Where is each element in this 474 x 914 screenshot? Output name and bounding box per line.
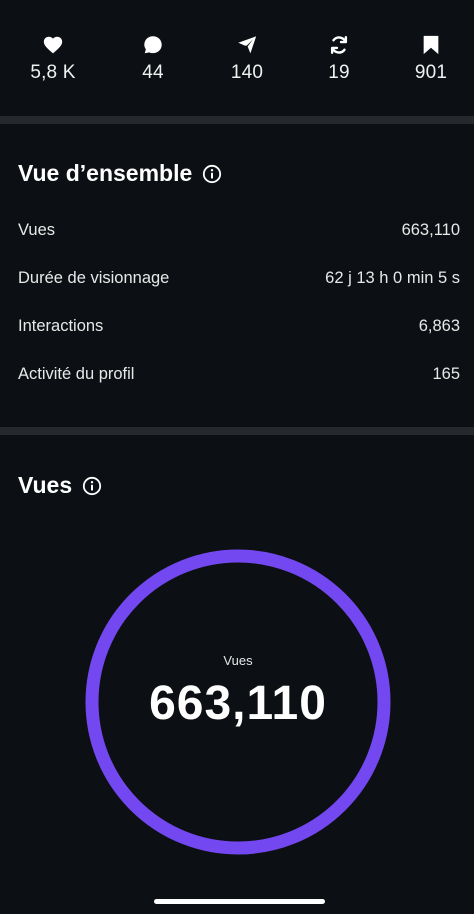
metric-label: Activité du profil bbox=[18, 365, 135, 383]
saves-count: 901 bbox=[414, 62, 448, 83]
metric-label: Vues bbox=[18, 221, 55, 239]
ring-value: 663,110 bbox=[149, 677, 327, 730]
heart-icon bbox=[42, 34, 64, 56]
home-indicator[interactable] bbox=[154, 899, 325, 904]
info-icon[interactable] bbox=[202, 164, 222, 184]
overview-title: Vue d’ensemble bbox=[18, 160, 193, 186]
reposts-stat[interactable]: 19 bbox=[294, 34, 384, 84]
overview-row-watch-time: Durée de visionnage 62 j 13 h 0 min 5 s bbox=[18, 269, 460, 288]
engagement-stats-row: 5,8 K 44 140 19 901 bbox=[0, 0, 474, 116]
send-icon bbox=[236, 34, 258, 56]
section-divider bbox=[0, 116, 474, 124]
metric-label: Durée de visionnage bbox=[18, 269, 170, 287]
likes-count: 5,8 K bbox=[30, 62, 76, 83]
metric-value: 6,863 bbox=[418, 317, 460, 335]
views-title: Vues bbox=[18, 472, 73, 498]
metric-value: 62 j 13 h 0 min 5 s bbox=[325, 269, 460, 287]
metric-label: Interactions bbox=[18, 317, 104, 335]
info-icon[interactable] bbox=[82, 476, 102, 496]
likes-stat[interactable]: 5,8 K bbox=[8, 34, 98, 84]
overview-row-interactions: Interactions 6,863 bbox=[18, 317, 460, 336]
views-ring-chart: Vues 663,110 bbox=[84, 548, 392, 856]
bookmark-icon bbox=[420, 34, 442, 56]
shares-stat[interactable]: 140 bbox=[202, 34, 292, 84]
section-divider bbox=[0, 427, 474, 435]
overview-row-profile-activity: Activité du profil 165 bbox=[18, 365, 460, 384]
overview-row-views: Vues 663,110 bbox=[18, 221, 460, 240]
overview-heading: Vue d’ensemble bbox=[18, 160, 222, 187]
views-heading: Vues bbox=[18, 472, 102, 499]
reposts-count: 19 bbox=[328, 62, 350, 83]
metric-value: 663,110 bbox=[401, 221, 460, 239]
comments-stat[interactable]: 44 bbox=[108, 34, 198, 84]
repost-icon bbox=[328, 34, 350, 56]
shares-count: 140 bbox=[230, 62, 264, 83]
saves-stat[interactable]: 901 bbox=[386, 34, 474, 84]
metric-value: 165 bbox=[432, 365, 460, 383]
comment-icon bbox=[142, 34, 164, 56]
ring-label: Vues bbox=[223, 653, 253, 668]
comments-count: 44 bbox=[142, 62, 164, 83]
